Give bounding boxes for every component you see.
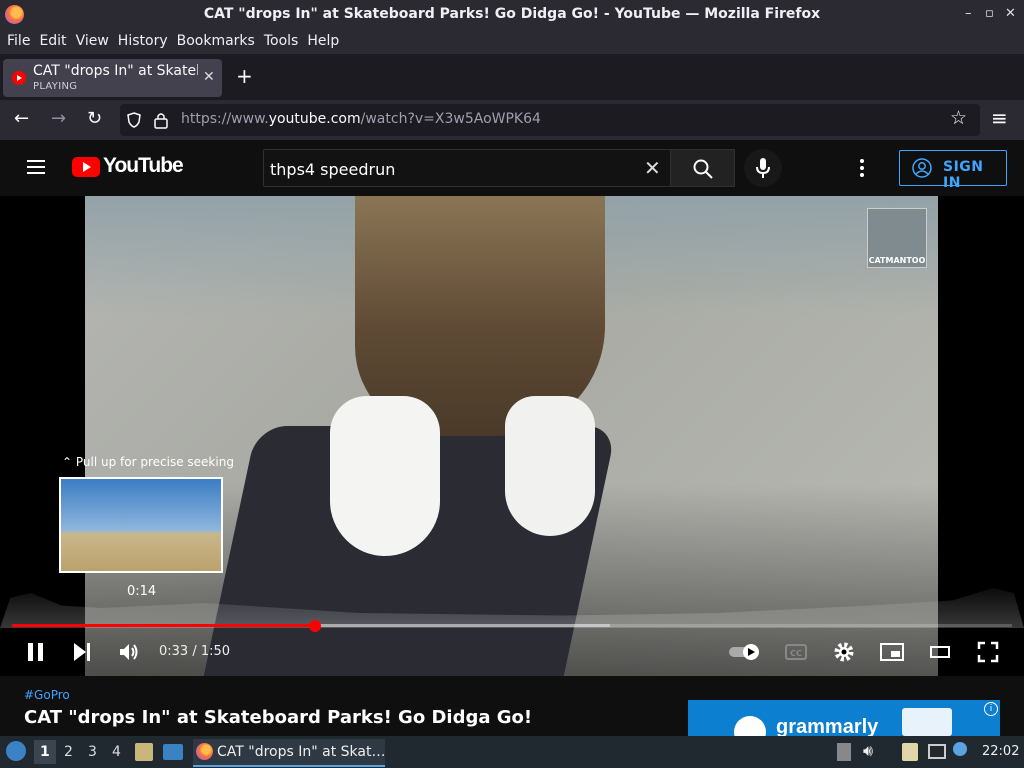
reload-button[interactable]: ↻ xyxy=(87,108,102,129)
sign-in-button[interactable]: SIGN IN xyxy=(899,150,1007,191)
seek-hint: ⌃ Pull up for precise seeking xyxy=(62,455,234,469)
seek-preview-time: 0:14 xyxy=(127,584,157,599)
app-menu-icon[interactable]: ≡ xyxy=(991,106,1008,130)
minimize-button[interactable]: – xyxy=(965,6,972,21)
workspace-2[interactable]: 2 xyxy=(64,744,73,760)
seek-hint-text: Pull up for precise seeking xyxy=(75,455,234,469)
url-path: /watch?v=X3w5AoWPK64 xyxy=(360,111,541,127)
taskbar-firefox-item[interactable]: CAT "drops In" at Skat… xyxy=(193,739,385,767)
microphone-icon xyxy=(756,158,770,178)
channel-watermark[interactable]: CATMANTOO xyxy=(867,208,927,268)
menu-view[interactable]: View xyxy=(76,30,109,52)
bookmark-star-icon[interactable]: ☆ xyxy=(950,107,967,129)
video-title: CAT "drops In" at Skateboard Parks! Go D… xyxy=(24,707,533,728)
chevron-up-icon: ⌃ xyxy=(62,455,73,469)
clear-search-icon[interactable]: ✕ xyxy=(644,156,661,180)
menu-tools[interactable]: Tools xyxy=(264,30,299,52)
current-time: 0:33 xyxy=(159,644,189,659)
guide-menu-icon[interactable] xyxy=(27,160,45,162)
youtube-favicon-icon xyxy=(12,71,26,85)
youtube-header: YouTube ✕ SIGN IN xyxy=(0,140,1024,196)
menu-edit[interactable]: Edit xyxy=(39,30,66,52)
system-taskbar: 1 2 3 4 CAT "drops In" at Skat… 🔊︎ 22:02 xyxy=(0,736,1024,768)
next-video-icon[interactable] xyxy=(70,640,94,664)
maximize-button[interactable]: ▫ xyxy=(985,6,994,21)
menu-bar: File Edit View History Bookmarks Tools Help xyxy=(0,30,1024,54)
ad-text: grammarly xyxy=(776,716,879,736)
autoplay-toggle-icon[interactable] xyxy=(727,640,763,664)
progress-played xyxy=(12,624,315,627)
tab-title: CAT "drops In" at Skateboard xyxy=(33,63,198,79)
url-prefix: https://www. xyxy=(181,111,269,127)
window-title-bar: CAT "drops In" at Skateboard Parks! Go D… xyxy=(0,0,1024,30)
svg-text:CC: CC xyxy=(790,649,802,658)
clock[interactable]: 22:02 xyxy=(982,744,1019,759)
advertisement-banner[interactable]: grammarly i xyxy=(688,700,1000,736)
volume-icon[interactable] xyxy=(117,640,141,664)
menu-bookmarks[interactable]: Bookmarks xyxy=(177,30,255,52)
volume-tray-icon[interactable]: 🔊︎ xyxy=(863,741,873,761)
start-menu-icon[interactable] xyxy=(6,741,26,761)
search-input[interactable] xyxy=(264,150,642,188)
workspace-4[interactable]: 4 xyxy=(112,744,121,760)
settings-kebab-icon[interactable] xyxy=(860,158,864,178)
tab-strip: CAT "drops In" at Skateboard PLAYING ✕ + xyxy=(0,54,1024,100)
close-window-button[interactable]: ✕ xyxy=(1005,6,1016,21)
menu-help[interactable]: Help xyxy=(307,30,339,52)
file-manager-icon[interactable] xyxy=(135,743,153,761)
time-display: 0:33 / 1:50 xyxy=(159,644,231,659)
back-button[interactable]: ← xyxy=(14,108,29,129)
browser-tab[interactable]: CAT "drops In" at Skateboard PLAYING ✕ xyxy=(3,59,222,97)
search-button[interactable] xyxy=(671,149,735,187)
search-icon xyxy=(693,159,713,179)
workspace-1[interactable]: 1 xyxy=(40,744,50,760)
captions-icon[interactable]: CC xyxy=(784,640,808,664)
menu-file[interactable]: File xyxy=(7,30,30,52)
voice-search-button[interactable] xyxy=(744,149,782,187)
search-box: ✕ xyxy=(263,149,671,188)
miniplayer-icon[interactable] xyxy=(879,640,905,664)
tracking-shield-icon[interactable] xyxy=(126,112,142,128)
clipboard-tray-icon[interactable] xyxy=(902,743,918,761)
grammarly-logo-icon xyxy=(734,716,766,736)
tray-notification-icon[interactable] xyxy=(837,743,851,761)
new-tab-button[interactable]: + xyxy=(236,64,253,88)
video-info: #GoPro CAT "drops In" at Skateboard Park… xyxy=(0,676,1024,736)
window-title: CAT "drops In" at Skateboard Parks! Go D… xyxy=(203,6,821,22)
video-cat-leg xyxy=(505,396,595,536)
navigation-bar: ← → ↻ https://www.youtube.com/watch?v=X3… xyxy=(0,100,1024,140)
forward-button[interactable]: → xyxy=(51,108,66,129)
lock-icon[interactable] xyxy=(154,111,168,129)
channel-watermark-text: CATMANTOO xyxy=(868,256,926,265)
duration: 1:50 xyxy=(200,644,231,659)
ad-info-icon[interactable]: i xyxy=(984,702,998,716)
seek-preview-thumbnail xyxy=(59,477,223,573)
video-hashtag[interactable]: #GoPro xyxy=(24,688,70,702)
pause-icon[interactable] xyxy=(24,640,48,664)
menu-history[interactable]: History xyxy=(118,30,168,52)
tab-close-icon[interactable]: ✕ xyxy=(203,69,215,85)
ad-illustration xyxy=(902,708,952,736)
url-text[interactable]: https://www.youtube.com/watch?v=X3w5AoWP… xyxy=(181,111,541,127)
youtube-logo-text[interactable]: YouTube xyxy=(103,154,184,178)
desktop-icon[interactable] xyxy=(163,744,183,760)
fullscreen-icon[interactable] xyxy=(976,640,1000,664)
tab-playing-status: PLAYING xyxy=(33,81,78,92)
settings-gear-icon[interactable] xyxy=(832,640,856,664)
video-cat-leg xyxy=(330,396,440,556)
account-icon xyxy=(912,158,932,178)
taskbar-item-label: CAT "drops In" at Skat… xyxy=(217,744,386,760)
workspace-3[interactable]: 3 xyxy=(88,744,97,760)
network-tray-icon[interactable] xyxy=(928,744,946,759)
video-player[interactable]: CATMANTOO ⌃ Pull up for precise seeking … xyxy=(0,196,1024,676)
firefox-icon xyxy=(196,743,213,760)
scrubber-handle[interactable] xyxy=(309,620,321,632)
sign-in-label: SIGN IN xyxy=(943,159,984,191)
url-domain: youtube.com xyxy=(268,111,361,127)
youtube-logo-icon[interactable] xyxy=(72,157,100,177)
url-bar[interactable]: https://www.youtube.com/watch?v=X3w5AoWP… xyxy=(120,104,980,136)
update-tray-icon[interactable] xyxy=(953,742,967,756)
theater-mode-icon[interactable] xyxy=(928,640,952,664)
